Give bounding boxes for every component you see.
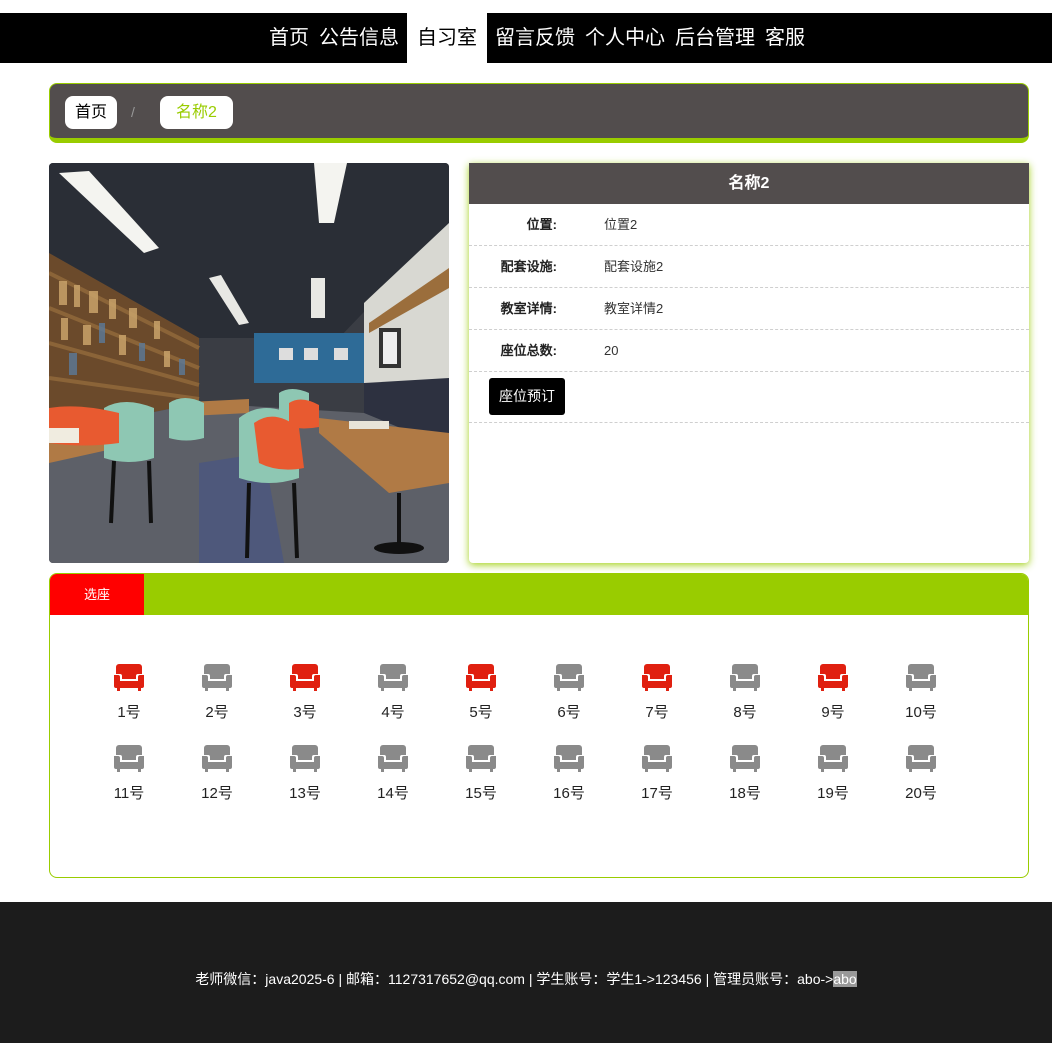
- armchair-icon: [642, 745, 672, 772]
- seat-item[interactable]: 12号: [187, 743, 247, 803]
- footer: 老师微信：java2025-6 | 邮箱：1127317652@qq.com |…: [0, 902, 1052, 1043]
- seat-label: 3号: [293, 704, 317, 721]
- nav-item-3[interactable]: 留言反馈: [490, 13, 580, 63]
- seat-item[interactable]: 11号: [99, 743, 159, 803]
- armchair-icon: [906, 664, 936, 691]
- breadcrumb-separator: /: [131, 104, 135, 120]
- armchair-icon: [730, 745, 760, 772]
- seat-item[interactable]: 16号: [539, 743, 599, 803]
- detail-value: 教室详情2: [604, 301, 664, 316]
- footer-highlighted-text: abo: [833, 971, 857, 987]
- seat-item[interactable]: 9号: [803, 662, 863, 722]
- armchair-icon: [730, 664, 760, 691]
- seat-item[interactable]: 6号: [539, 662, 599, 722]
- seat-item[interactable]: 4号: [363, 662, 423, 722]
- seat-selection-panel: 选座 1号 2号 3号 4号 5号 6号 7号 8号 9号 10号 11号 12号 13号 14号 15号 1…: [49, 573, 1029, 878]
- armchair-icon: [202, 745, 232, 772]
- detail-row: 教室详情: 教室详情2: [469, 288, 1029, 330]
- detail-key: 配套设施:: [500, 259, 557, 274]
- seat-item[interactable]: 17号: [627, 743, 687, 803]
- seat-label: 17号: [641, 785, 673, 802]
- seat-item[interactable]: 18号: [715, 743, 775, 803]
- seat-item[interactable]: 14号: [363, 743, 423, 803]
- seat-item[interactable]: 7号: [627, 662, 687, 722]
- seat-item[interactable]: 15号: [451, 743, 511, 803]
- top-navbar: 首页 公告信息 自习室 留言反馈 个人中心 后台管理 客服: [0, 13, 1052, 63]
- armchair-icon: [290, 664, 320, 691]
- seat-label: 14号: [377, 785, 409, 802]
- armchair-icon: [202, 664, 232, 691]
- seat-label: 4号: [381, 704, 405, 721]
- seat-label: 12号: [201, 785, 233, 802]
- seat-item[interactable]: 8号: [715, 662, 775, 722]
- nav-item-6[interactable]: 客服: [760, 13, 810, 63]
- breadcrumb-current: 名称2: [160, 96, 233, 129]
- armchair-icon: [818, 745, 848, 772]
- seat-item[interactable]: 10号: [891, 662, 951, 722]
- tab-choose-seat[interactable]: 选座: [50, 574, 144, 615]
- reserve-seat-button[interactable]: 座位预订: [489, 378, 565, 415]
- seat-label: 11号: [113, 785, 145, 802]
- study-room-photo: [49, 163, 449, 563]
- detail-value: 20: [604, 343, 619, 358]
- seat-label: 7号: [645, 704, 669, 721]
- reserve-row: 座位预订: [469, 372, 1029, 423]
- armchair-icon: [554, 664, 584, 691]
- footer-contact-main: 老师微信：java2025-6 | 邮箱：1127317652@qq.com |…: [195, 971, 834, 987]
- armchair-icon: [466, 664, 496, 691]
- nav-item-0[interactable]: 首页: [264, 13, 314, 63]
- seat-label: 16号: [553, 785, 585, 802]
- seat-item[interactable]: 19号: [803, 743, 863, 803]
- detail-key: 座位总数:: [500, 343, 557, 358]
- seat-item[interactable]: 13号: [275, 743, 335, 803]
- detail-value: 配套设施2: [604, 259, 664, 274]
- breadcrumb-home-link[interactable]: 首页: [65, 96, 118, 129]
- detail-value: 位置2: [604, 217, 638, 232]
- seat-label: 1号: [117, 704, 141, 721]
- armchair-icon: [642, 664, 672, 691]
- armchair-icon: [290, 745, 320, 772]
- seat-item[interactable]: 20号: [891, 743, 951, 803]
- footer-contact-text: 老师微信：java2025-6 | 邮箱：1127317652@qq.com |…: [0, 969, 1052, 989]
- nav-item-2[interactable]: 自习室: [407, 13, 487, 63]
- nav-item-5[interactable]: 后台管理: [670, 13, 760, 63]
- armchair-icon: [114, 664, 144, 691]
- nav-item-4[interactable]: 个人中心: [580, 13, 670, 63]
- breadcrumb: 首页 / 名称2: [49, 83, 1029, 143]
- main-nav: 首页 公告信息 自习室 留言反馈 个人中心 后台管理 客服: [264, 13, 810, 63]
- seat-label: 6号: [557, 704, 581, 721]
- armchair-icon: [906, 745, 936, 772]
- seat-item[interactable]: 1号: [99, 662, 159, 722]
- armchair-icon: [378, 745, 408, 772]
- seat-label: 10号: [905, 704, 937, 721]
- detail-key: 教室详情:: [500, 301, 557, 316]
- detail-row: 配套设施: 配套设施2: [469, 246, 1029, 288]
- seat-label: 2号: [205, 704, 229, 721]
- seat-tabs: 选座: [50, 574, 1028, 615]
- seat-label: 8号: [733, 704, 757, 721]
- detail-key: 位置:: [526, 217, 557, 232]
- seat-label: 19号: [817, 785, 849, 802]
- seat-label: 5号: [469, 704, 493, 721]
- armchair-icon: [818, 664, 848, 691]
- nav-item-1[interactable]: 公告信息: [314, 13, 404, 63]
- seat-label: 15号: [465, 785, 497, 802]
- seat-item[interactable]: 5号: [451, 662, 511, 722]
- room-detail-panel: 名称2 位置: 位置2 配套设施: 配套设施2 教室详情: 教室详情2 座位总数: 20 座位…: [469, 163, 1029, 563]
- armchair-icon: [554, 745, 584, 772]
- armchair-icon: [466, 745, 496, 772]
- detail-row: 位置: 位置2: [469, 204, 1029, 246]
- armchair-icon: [378, 664, 408, 691]
- room-title: 名称2: [469, 163, 1029, 204]
- detail-row: 座位总数: 20: [469, 330, 1029, 372]
- seat-item[interactable]: 3号: [275, 662, 335, 722]
- seat-item[interactable]: 2号: [187, 662, 247, 722]
- seat-label: 18号: [729, 785, 761, 802]
- seat-label: 13号: [289, 785, 321, 802]
- seat-label: 9号: [821, 704, 845, 721]
- seat-label: 20号: [905, 785, 937, 802]
- armchair-icon: [114, 745, 144, 772]
